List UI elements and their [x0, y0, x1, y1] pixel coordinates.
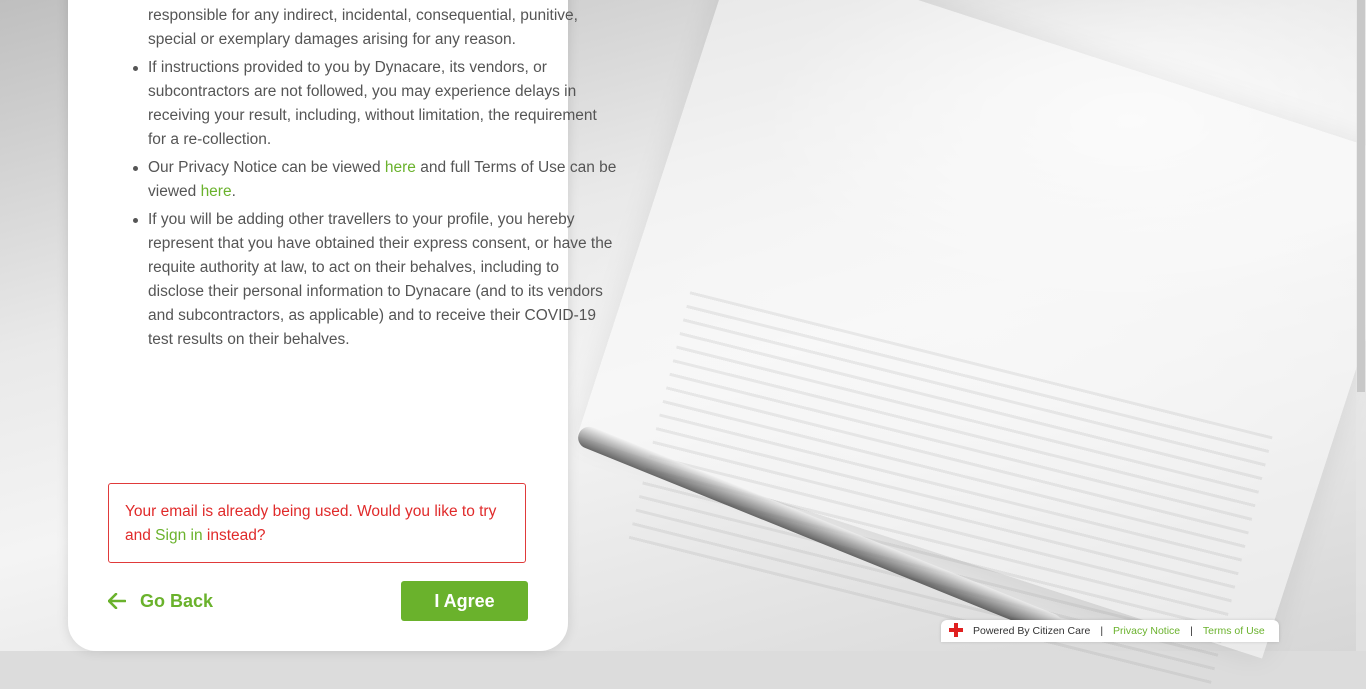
footer-separator: |	[1100, 625, 1104, 637]
go-back-button[interactable]: Go Back	[108, 589, 213, 613]
footer-terms-link[interactable]: Terms of Use	[1203, 625, 1265, 637]
red-cross-icon	[949, 622, 963, 640]
footer-privacy-link[interactable]: Privacy Notice	[1113, 625, 1180, 637]
email-in-use-alert: Your email is already being used. Would …	[108, 483, 526, 563]
sign-in-link[interactable]: Sign in	[155, 527, 202, 544]
period-text: .	[231, 183, 236, 200]
terms-item-instructions: If instructions provided to you by Dynac…	[133, 56, 618, 152]
terms-item-text: If instructions provided to you by Dynac…	[148, 59, 597, 148]
arrow-left-icon	[108, 593, 126, 609]
terms-list: will Dynacare (including its vendors and…	[68, 0, 618, 356]
terms-item-text: If you will be adding other travellers t…	[148, 211, 613, 348]
alert-text-end: instead?	[202, 527, 266, 544]
powered-by-text: Powered By Citizen Care	[973, 625, 1091, 637]
privacy-text: Our Privacy Notice can be viewed	[148, 159, 385, 176]
terms-item-privacy: Our Privacy Notice can be viewed here an…	[133, 156, 618, 204]
go-back-label: Go Back	[140, 590, 214, 611]
consent-card: will Dynacare (including its vendors and…	[68, 0, 616, 651]
terms-item-liability: will Dynacare (including its vendors and…	[148, 0, 618, 52]
agree-button[interactable]: I Agree	[401, 581, 528, 621]
footer-separator: |	[1190, 625, 1193, 637]
scrollbar-thumb[interactable]	[1357, 0, 1365, 392]
terms-item-text: will Dynacare (including its vendors and…	[148, 7, 578, 48]
page-scrollbar[interactable]	[1356, 0, 1366, 651]
footer-bar: Powered By Citizen Care | Privacy Notice…	[941, 620, 1279, 642]
terms-item-travellers: If you will be adding other travellers t…	[133, 208, 618, 352]
privacy-notice-link[interactable]: here	[385, 159, 416, 176]
terms-of-use-link[interactable]: here	[201, 183, 232, 200]
